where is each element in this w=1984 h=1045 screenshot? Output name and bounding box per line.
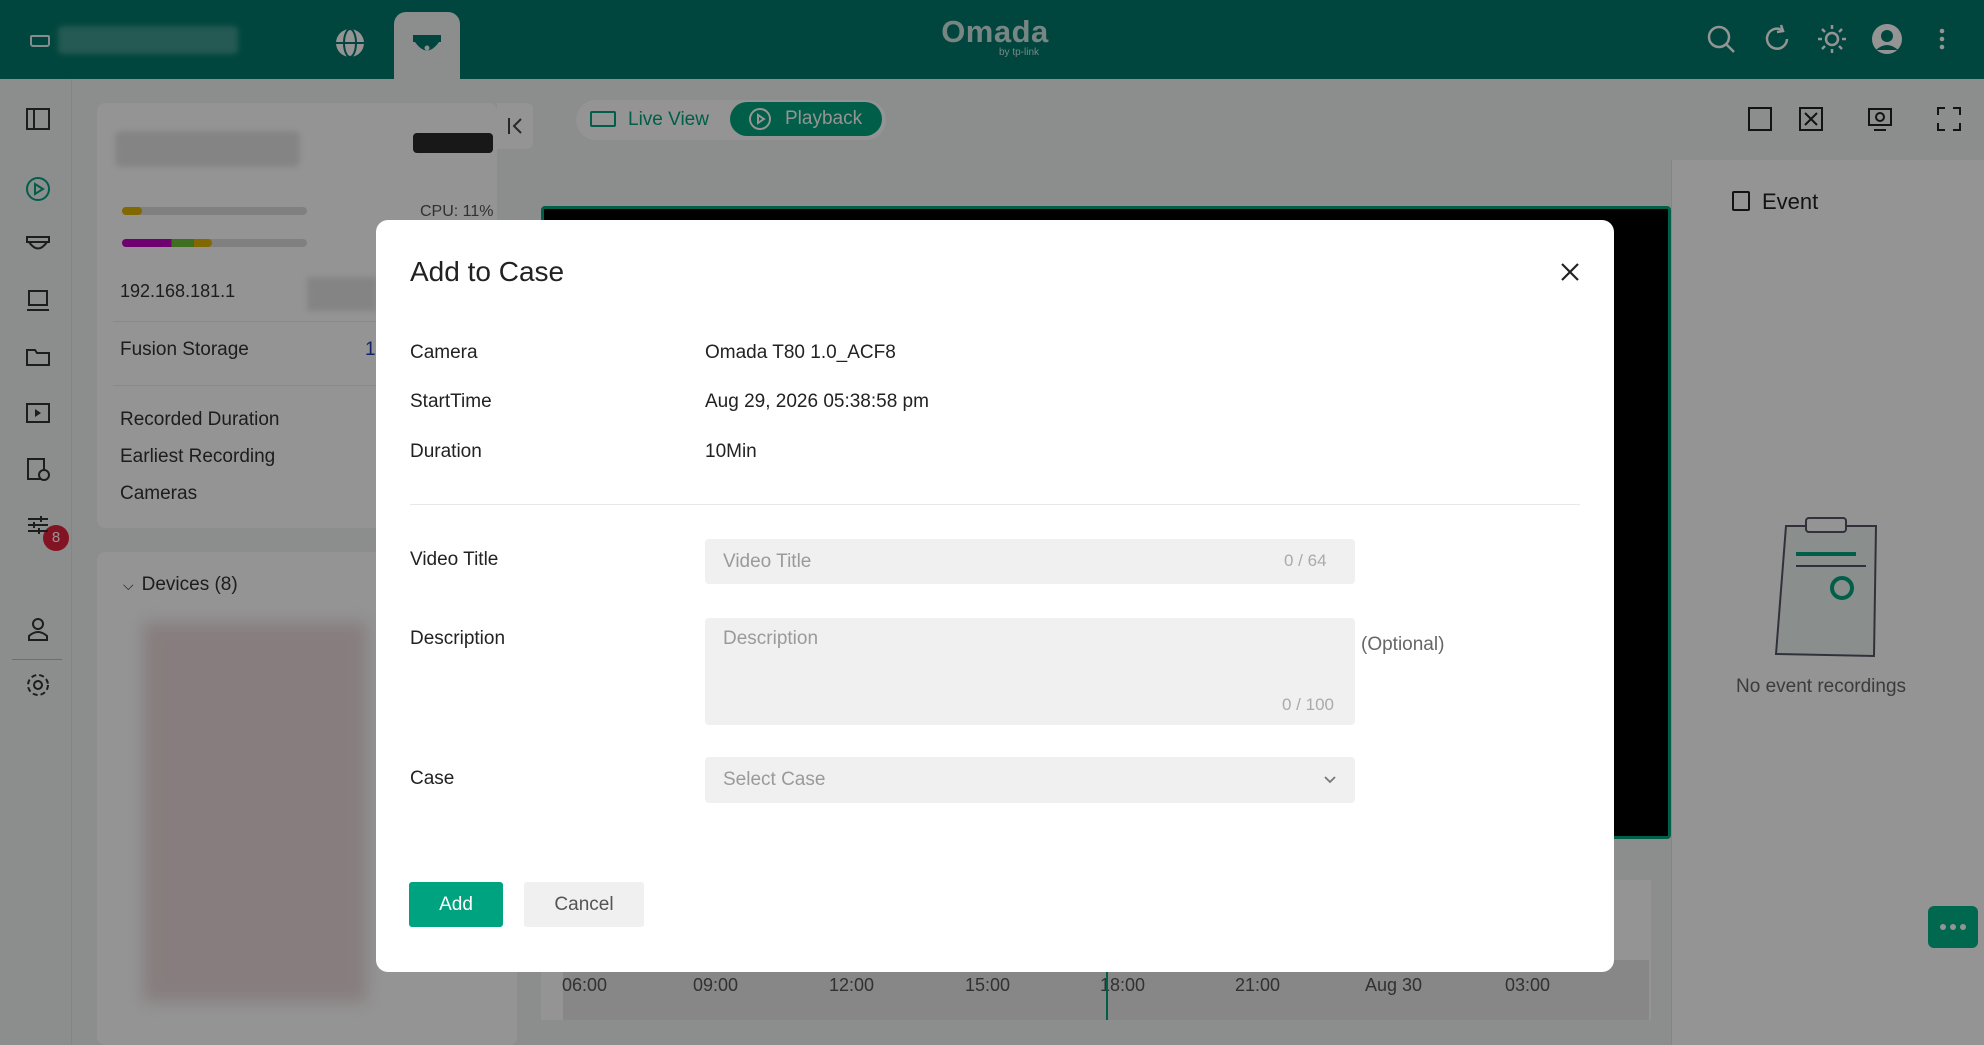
description-textarea[interactable]	[705, 618, 1355, 725]
video-title-input[interactable]	[705, 539, 1355, 584]
dialog-title: Add to Case	[410, 256, 565, 287]
duration-value: 10Min	[705, 441, 757, 462]
add-to-case-dialog: Add to Case Camera Omada T80 1.0_ACF8 St…	[376, 220, 1614, 972]
case-select[interactable]: Select Case	[705, 757, 1355, 803]
camera-label: Camera	[410, 342, 478, 363]
optional-hint: (Optional)	[1361, 634, 1445, 655]
video-title-counter: 0 / 64	[1284, 551, 1327, 570]
camera-value: Omada T80 1.0_ACF8	[705, 342, 896, 363]
start-time-label: StartTime	[410, 391, 492, 412]
dialog-divider	[410, 504, 1580, 505]
close-icon[interactable]	[1558, 260, 1582, 284]
case-select-value: Select Case	[723, 769, 826, 790]
description-label: Description	[410, 628, 506, 649]
cancel-button[interactable]: Cancel	[524, 882, 644, 927]
start-time-value: Aug 29, 2026 05:38:58 pm	[705, 391, 929, 412]
video-title-label: Video Title	[410, 549, 499, 570]
add-button[interactable]: Add	[409, 882, 503, 927]
description-counter: 0 / 100	[1282, 695, 1334, 714]
chevron-down-icon	[1324, 776, 1336, 784]
case-label: Case	[410, 768, 455, 789]
duration-label: Duration	[410, 441, 482, 462]
